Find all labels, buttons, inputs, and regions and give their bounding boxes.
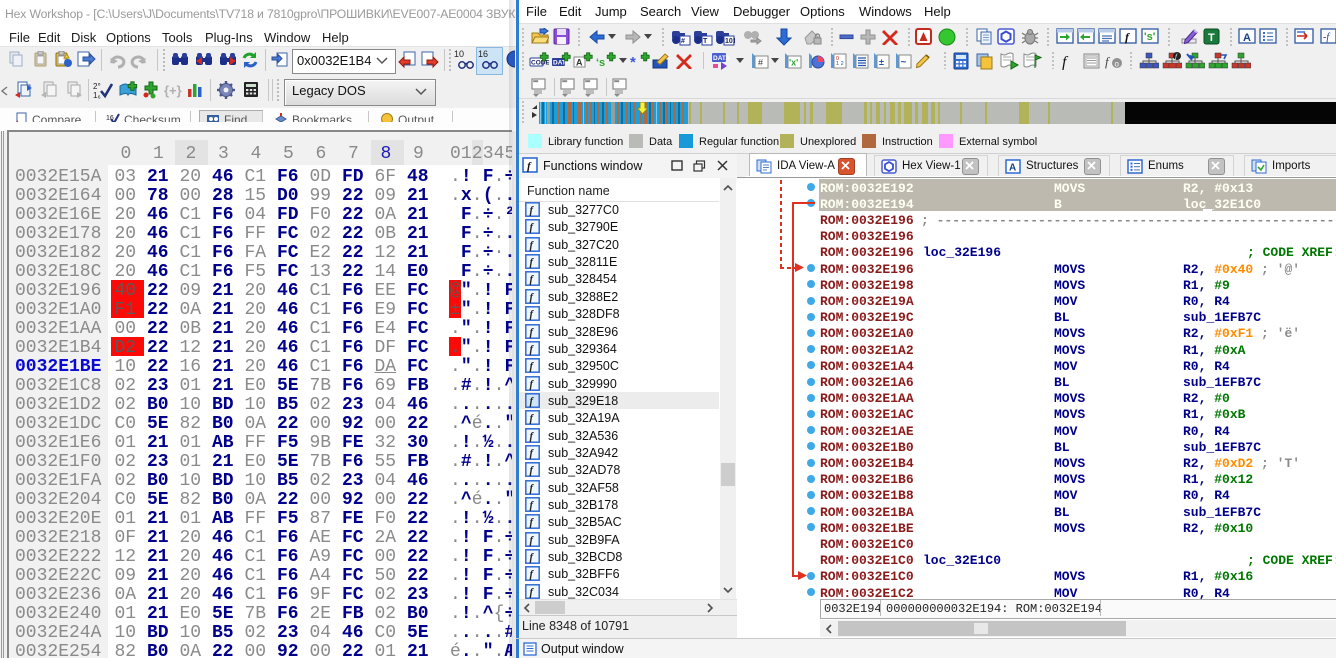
svg-text:A: A xyxy=(576,58,583,68)
svg-text:~: ~ xyxy=(901,57,907,68)
svg-text:*: * xyxy=(630,54,636,70)
svg-text:'s': 's' xyxy=(1144,31,1156,43)
svg-text:DATA: DATA xyxy=(713,55,730,62)
svg-text:'x': 'x' xyxy=(789,58,798,68)
svg-text:T: T xyxy=(703,38,708,45)
svg-text:1 2: 1 2 xyxy=(836,61,844,67)
svg-text:T: T xyxy=(1208,32,1215,44)
svg-text:2°: 2° xyxy=(93,82,101,91)
svg-text:16: 16 xyxy=(478,49,488,59)
svg-text:#: # xyxy=(758,58,763,68)
svg-text:f: f xyxy=(1062,54,1069,70)
svg-text:#: # xyxy=(681,38,685,45)
svg-text:1₆: 1₆ xyxy=(93,91,101,99)
svg-text:A: A xyxy=(1243,32,1251,44)
svg-text:{+}: {+} xyxy=(164,83,182,98)
svg-text:101: 101 xyxy=(725,38,735,45)
svg-text:f: f xyxy=(1105,54,1111,69)
svg-text:±: ± xyxy=(879,57,884,67)
svg-text:‘s: ‘s xyxy=(596,57,605,69)
svg-text:CODE: CODE xyxy=(531,60,549,67)
svg-text:A: A xyxy=(1009,163,1016,174)
svg-text:10: 10 xyxy=(454,49,464,59)
svg-text:o: o xyxy=(1115,60,1120,69)
